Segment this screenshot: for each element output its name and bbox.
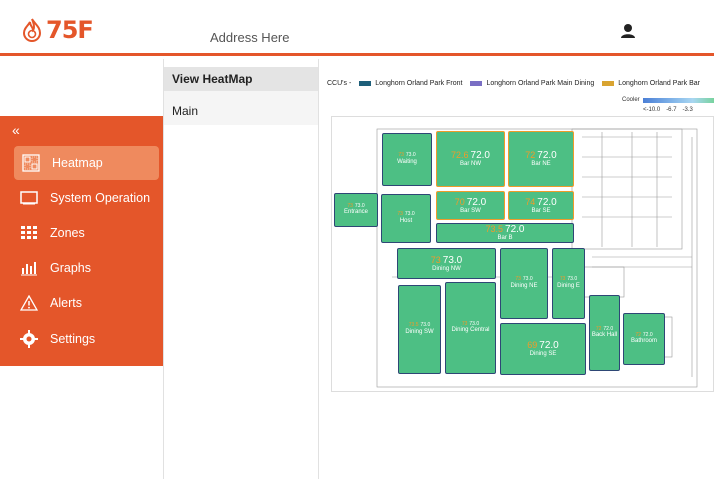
zone-dining-central[interactable]: 73 73.0 Dining Central [445, 282, 496, 374]
gear-icon [20, 330, 38, 348]
scale-tick: -6.7 [666, 107, 677, 113]
zone-waiting[interactable]: 73 73.0 Waiting [382, 133, 432, 186]
zone-back-hall[interactable]: 72 72.0 Back Hall [589, 295, 620, 371]
zone-host[interactable]: 73 73.0 Host [381, 194, 431, 243]
zone-setpoint: 72.0 [470, 150, 490, 162]
zone-current-temp: 69 [527, 340, 538, 351]
zone-current-temp: 72 [525, 150, 536, 161]
scale-tick: <-10.0 [643, 107, 661, 113]
sidebar-item-zones[interactable]: Zones [0, 216, 163, 250]
zone-name: Dining SE [529, 351, 557, 358]
sidebar: « Heatmap System Operation Zones Graphs … [0, 116, 163, 366]
zone-setpoint: 72.0 [537, 196, 557, 208]
warning-icon [20, 295, 38, 311]
heatmap-floorplan: 73 73.0 Waiting 72.6 72.0 Bar NW 72 72.0 Ba… [331, 116, 714, 392]
top-bar: 75F Address Here [0, 0, 714, 56]
zone-bar-b[interactable]: 73.5 72.0 Bar B [436, 223, 574, 243]
zone-name: Dining E [557, 282, 580, 289]
zone-dining-nw[interactable]: 73 73.0 Dining NW [397, 248, 496, 279]
zone-name: Back Hall [591, 332, 618, 339]
sidebar-item-label: Alerts [50, 296, 82, 310]
panel-title: View HeatMap [164, 67, 318, 91]
flame-logo-icon [22, 18, 42, 42]
zone-dining-e[interactable]: 73 73.0 Dining E [552, 248, 585, 319]
zone-current-temp: 74 [525, 196, 536, 207]
zone-current-temp: 73 [430, 254, 441, 265]
zone-name: Dining Central [451, 327, 490, 334]
legend-label: Longhorn Orland Park Main Dining [486, 80, 595, 87]
monitor-icon [20, 191, 38, 205]
legend-swatch [470, 81, 483, 86]
divider [318, 59, 319, 479]
zone-bar-se[interactable]: 74 72.0 Bar SE [508, 191, 574, 220]
temperature-scale-bar [643, 98, 714, 103]
zone-name: Bar B [497, 235, 513, 242]
scale-tick: -3.3 [682, 107, 693, 113]
zone-entrance[interactable]: 73 73.0 Entrance [334, 193, 378, 227]
logo[interactable]: 75F [22, 16, 94, 44]
scale-label: Cooler [622, 97, 640, 103]
zone-name: Host [399, 217, 413, 224]
zone-bar-sw[interactable]: 70 72.0 Bar SW [436, 191, 505, 220]
zone-current-temp: 72.6 [451, 150, 469, 161]
zone-dining-se[interactable]: 69 72.0 Dining SE [500, 323, 586, 375]
zone-dining-sw[interactable]: 73.5 73.0 Dining SW [398, 285, 441, 374]
zone-current-temp: 70 [454, 196, 465, 207]
legend-label: Longhorn Orland Park Front [375, 80, 463, 87]
zone-name: Bathroom [630, 338, 657, 345]
zone-current-temp: 73.5 [485, 224, 504, 235]
user-avatar-icon[interactable] [620, 22, 638, 45]
sidebar-item-graphs[interactable]: Graphs [0, 251, 163, 285]
zone-name: Bar SW [460, 207, 481, 214]
zone-bar-nw[interactable]: 72.6 72.0 Bar NW [436, 131, 505, 187]
scale-ticks: <-10.0 -6.7 -3.3 [643, 107, 693, 113]
heatmap-icon [22, 154, 40, 172]
sidebar-item-label: Settings [50, 332, 96, 346]
sidebar-item-label: System Operation [50, 191, 151, 205]
grid-icon [21, 226, 37, 239]
sidebar-item-label: Graphs [50, 261, 91, 275]
sidebar-item-settings[interactable]: Settings [0, 322, 163, 356]
zone-dining-ne[interactable]: 73 73.0 Dining NE [500, 248, 548, 319]
zone-bathroom[interactable]: 72 72.0 Bathroom [623, 313, 665, 365]
zone-name: Dining NE [510, 282, 538, 289]
zone-name: Bar NE [531, 161, 551, 168]
zone-name: Dining NW [432, 265, 461, 272]
logo-text: 75F [46, 16, 94, 44]
sidebar-item-system-operation[interactable]: System Operation [0, 181, 163, 215]
sidebar-item-label: Zones [50, 226, 85, 240]
zone-setpoint: 73.0 [442, 254, 463, 266]
sidebar-item-label: Heatmap [52, 156, 103, 170]
zone-name: Entrance [343, 209, 368, 216]
zone-setpoint: 72.0 [505, 224, 525, 236]
legend-swatch [602, 81, 615, 86]
zone-setpoint: 72.0 [466, 196, 487, 208]
collapse-sidebar-button[interactable]: « [12, 122, 20, 138]
ccu-legend: CCU's - Longhorn Orland Park Front Longh… [327, 80, 700, 87]
sidebar-item-heatmap[interactable]: Heatmap [14, 146, 159, 180]
legend-label: Longhorn Orland Park Bar [618, 80, 700, 87]
legend-swatch [359, 81, 372, 86]
sidebar-item-alerts[interactable]: Alerts [0, 286, 163, 320]
zone-setpoint: 72.0 [537, 150, 557, 162]
zone-bar-ne[interactable]: 72 72.0 Bar NE [508, 131, 574, 187]
zone-name: Waiting [397, 158, 417, 165]
legend-prefix: CCU's - [327, 80, 352, 87]
bar-chart-icon [21, 262, 37, 276]
address-label: Address Here [210, 30, 290, 45]
zone-name: Bar SE [531, 207, 551, 214]
zone-setpoint: 72.0 [539, 340, 559, 352]
zone-name: Bar NW [460, 161, 481, 168]
zone-name: Dining SW [405, 328, 434, 335]
floor-item-main[interactable]: Main [164, 91, 318, 125]
